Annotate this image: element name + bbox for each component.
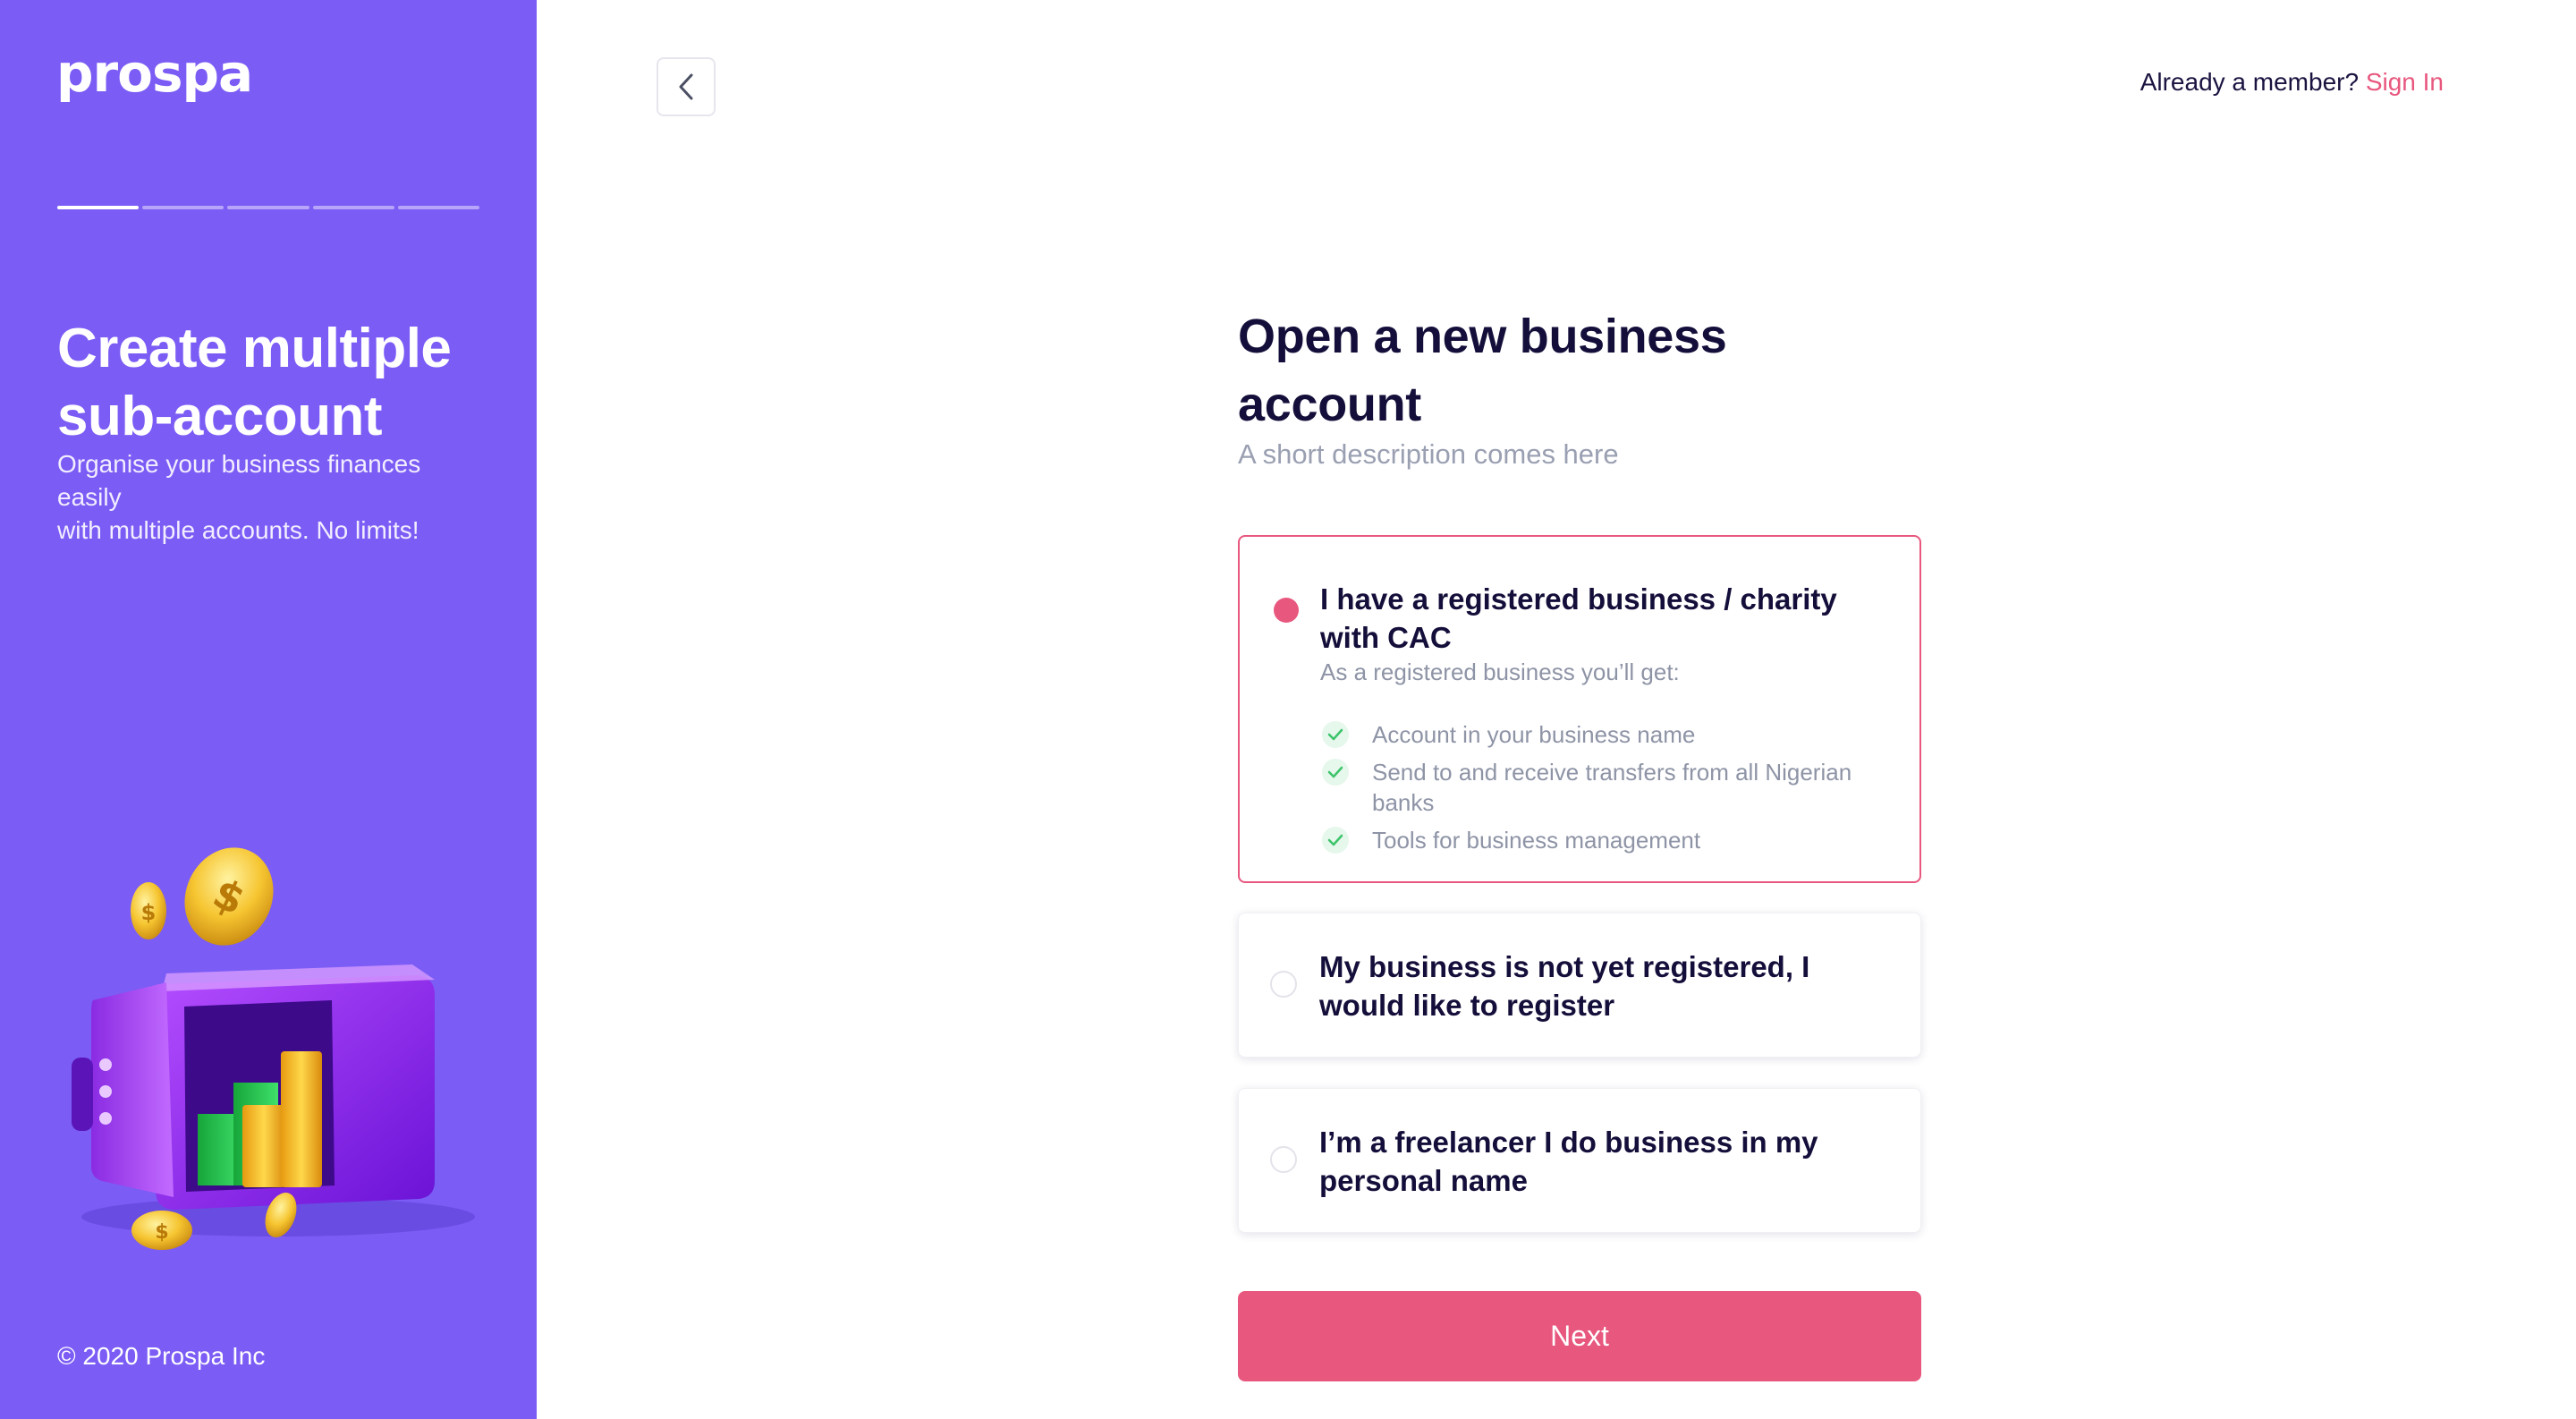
option-title: I have a registered business / charity w… [1320,582,1837,654]
progress-step-5 [397,206,480,209]
sign-in-prompt: Already a member? Sign In [2140,68,2444,97]
safe-with-coins-illustration: $ $ $ [72,847,475,1250]
step-progress [57,206,480,210]
promo-title: Create multiple sub-account [57,318,452,447]
benefit-text: Account in your business name [1372,721,1696,748]
back-button[interactable] [657,57,716,116]
progress-step-2 [142,206,225,209]
benefit-item: Account in your business name [1322,719,1877,750]
option-freelancer[interactable]: I’m a freelancer I do business in my per… [1238,1088,1921,1233]
benefit-list: Account in your business name Send to an… [1322,719,1877,855]
benefit-text: Send to and receive transfers from all N… [1372,759,1852,816]
copyright: © 2020 Prospa Inc [57,1342,266,1370]
progress-step-3 [227,206,309,209]
chevron-left-icon [679,73,693,100]
check-icon [1322,759,1349,786]
option-title: I’m a freelancer I do business in my per… [1319,1126,1818,1197]
member-prompt: Already a member? [2140,68,2360,96]
benefit-text: Tools for business management [1372,827,1701,854]
option-subtitle: As a registered business you’ll get: [1320,659,1680,685]
progress-step-1 [57,206,140,209]
svg-text:$: $ [155,1221,168,1244]
prospa-logo: prospa [56,43,253,104]
promo-line-2: with multiple accounts. No limits! [57,516,419,544]
page-description: A short description comes here [1238,438,1619,470]
radio-unselected[interactable] [1270,1146,1297,1173]
check-icon [1322,827,1349,854]
option-unregistered-business[interactable]: My business is not yet registered, I wou… [1238,913,1921,1058]
next-button[interactable]: Next [1238,1291,1921,1381]
promo-line-1: Organise your business finances easily [57,450,421,511]
sign-in-link[interactable]: Sign In [2366,68,2444,96]
sidebar: prospa Create multiple sub-account Organ… [0,0,537,1419]
svg-text:$: $ [141,900,157,925]
benefit-item: Tools for business management [1322,825,1877,855]
radio-selected[interactable] [1274,598,1299,623]
benefit-item: Send to and receive transfers from all N… [1322,757,1877,818]
check-icon [1322,721,1349,748]
promo-text: Organise your business finances easily w… [57,447,478,547]
page-title: Open a new business account [1238,310,1727,431]
option-registered-business[interactable]: I have a registered business / charity w… [1238,535,1921,883]
radio-unselected[interactable] [1270,971,1297,998]
progress-step-4 [312,206,394,209]
option-title: My business is not yet registered, I wou… [1319,950,1810,1022]
